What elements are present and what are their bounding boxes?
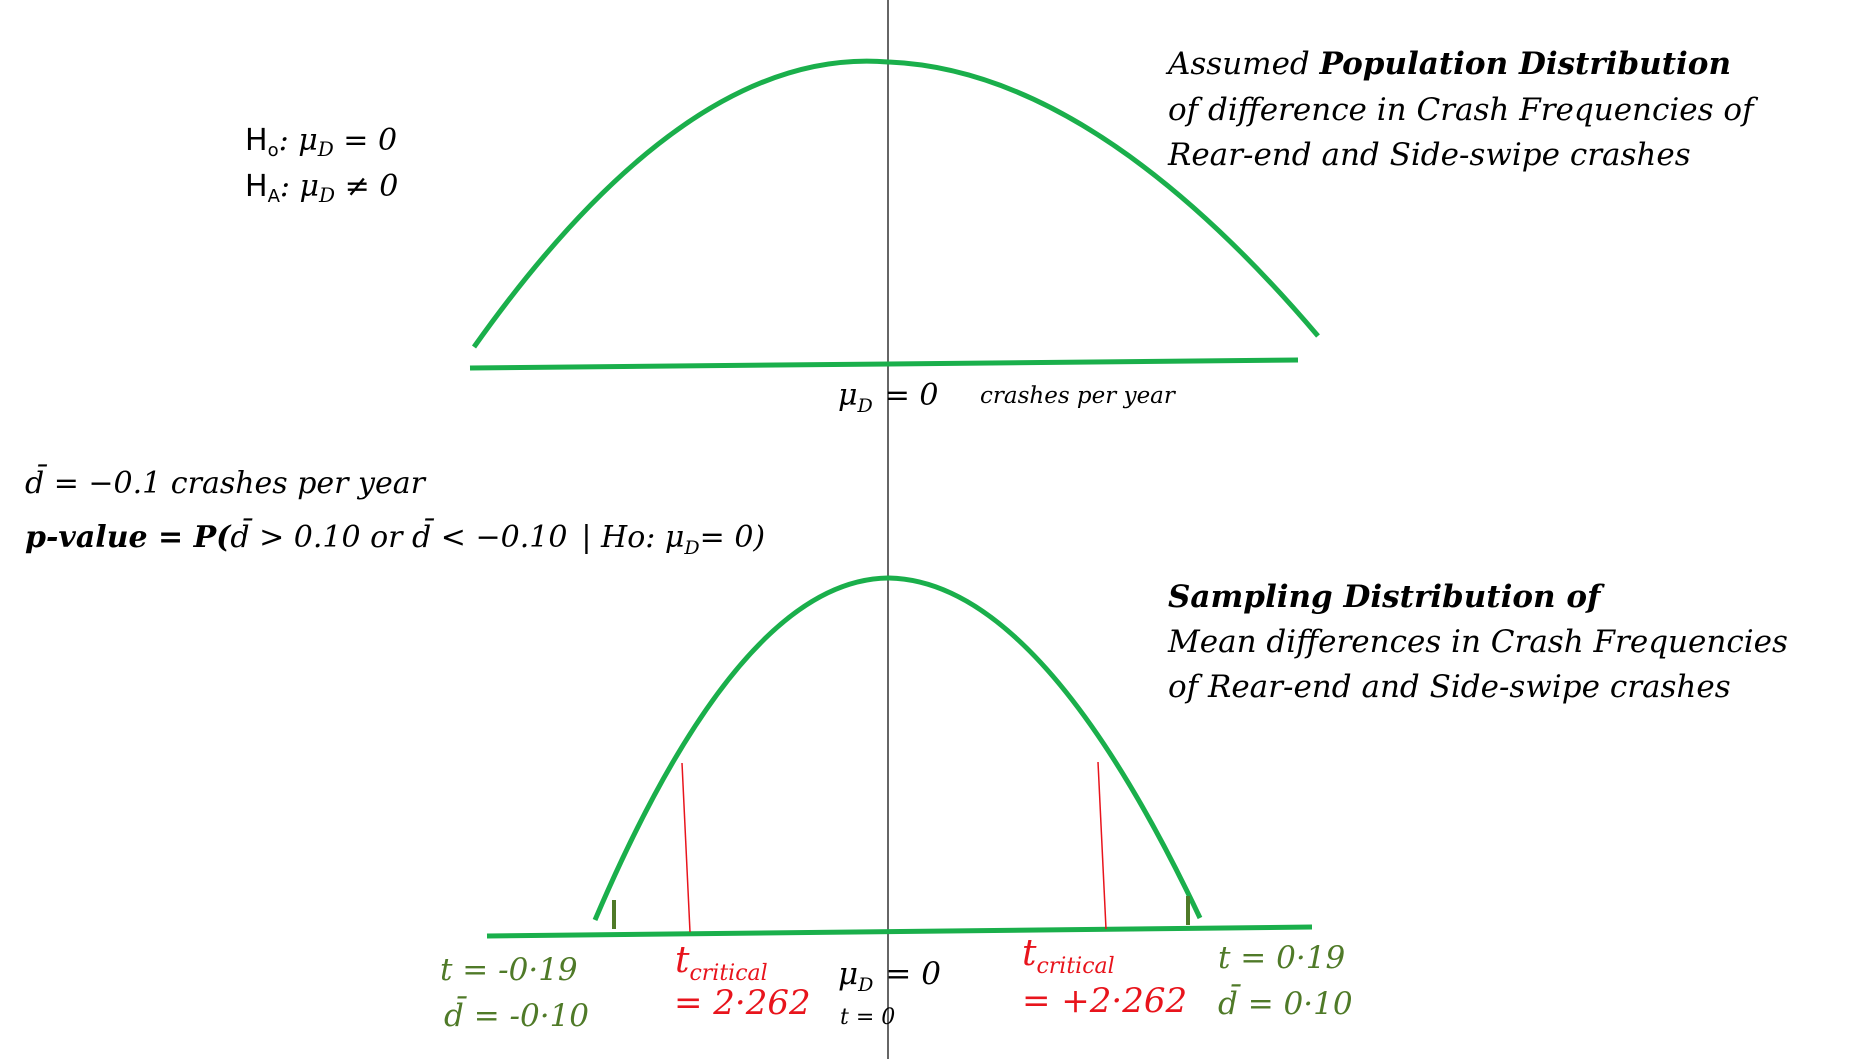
- population-title-line3: Rear-end and Side-swipe crashes: [1167, 137, 1691, 173]
- dbar-value: d̄ = −0.1 crashes per year: [25, 463, 427, 501]
- h0-line: Ho: μD = 0: [245, 123, 397, 161]
- sampling-title-line1: Sampling Distribution of: [1168, 579, 1605, 615]
- population-title-line1: Assumed Population Distribution: [1165, 46, 1731, 82]
- left-tcritical-label: tcritical: [675, 940, 768, 986]
- left-tcritical-value: = 2·262: [674, 983, 811, 1023]
- right-critical-line: [1097, 761, 1107, 930]
- right-tcritical-value: = +2·262: [1022, 981, 1187, 1021]
- sampling-mean-label: μD = 0: [838, 956, 941, 996]
- population-axis: [469, 357, 1299, 371]
- pvalue-expression: p-value = P(d̄ > 0.10 or d̄ < −0.10 | Ho:…: [25, 517, 765, 559]
- left-dbar-value: d̄ = -0·10: [444, 995, 589, 1034]
- sampling-title-line3: of Rear-end and Side-swipe crashes: [1168, 669, 1731, 705]
- right-tcritical-label: tcritical: [1022, 933, 1115, 979]
- sampling-title-line2: Mean differences in Crash Frequencies: [1167, 624, 1788, 660]
- ha-line: HA: μD ≠ 0: [245, 169, 398, 207]
- population-mean-label: μD = 0: [838, 378, 939, 417]
- right-t-value: t = 0·19: [1218, 940, 1345, 976]
- population-unit-label: crashes per year: [980, 383, 1177, 409]
- t-zero-label: t = 0: [840, 1005, 895, 1030]
- sampling-axis: [486, 924, 1313, 939]
- left-critical-line: [681, 762, 691, 933]
- left-t-value: t = -0·19: [440, 952, 578, 988]
- population-title-line2: of difference in Crash Frequencies of: [1168, 92, 1759, 128]
- right-dbar-value: d̄ = 0·10: [1218, 983, 1353, 1022]
- sampling-curve: [592, 575, 1203, 921]
- hypothesis-test-diagram: Ho: μD = 0 HA: μD ≠ 0 Assumed Population…: [25, 0, 1788, 1059]
